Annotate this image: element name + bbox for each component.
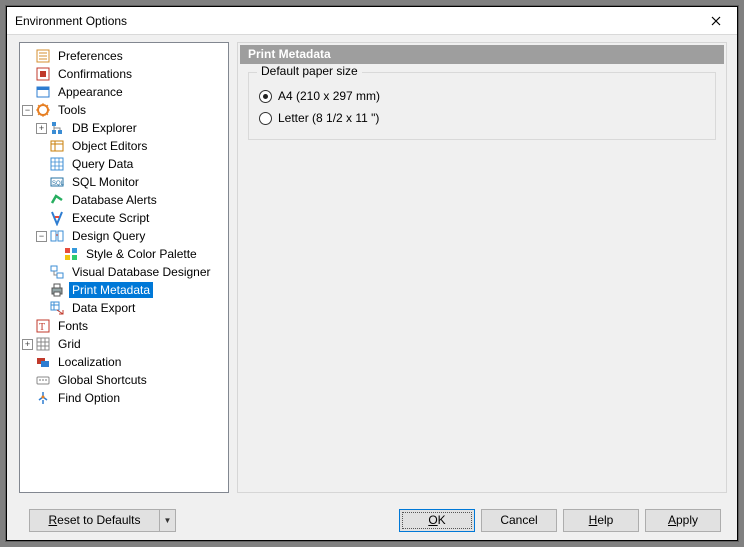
grid-icon [35,336,51,352]
navigation-tree[interactable]: Preferences Confirmations Appearance −To… [19,42,229,493]
content-panel: Print Metadata Default paper size A4 (21… [237,42,727,493]
tree-item-fonts[interactable]: TFonts [20,317,228,335]
help-button[interactable]: Help [563,509,639,532]
tree-item-find-option[interactable]: Find Option [20,389,228,407]
radio-icon [259,90,272,103]
tree-item-global-shortcuts[interactable]: Global Shortcuts [20,371,228,389]
database-alerts-icon [49,192,65,208]
palette-icon [63,246,79,262]
reset-dropdown-button[interactable]: ▼ [159,509,176,532]
execute-script-icon [49,210,65,226]
tree-item-database-alerts[interactable]: Database Alerts [20,191,228,209]
svg-text:T: T [39,322,45,333]
sql-monitor-icon: SQL [49,174,65,190]
tree-item-visual-db-designer[interactable]: Visual Database Designer [20,263,228,281]
fonts-icon: T [35,318,51,334]
apply-button[interactable]: Apply [645,509,721,532]
tree-item-execute-script[interactable]: Execute Script [20,209,228,227]
localization-icon [35,354,51,370]
find-option-icon [35,390,51,406]
cancel-button[interactable]: Cancel [481,509,557,532]
group-title: Default paper size [257,64,362,78]
tree-item-data-export[interactable]: Data Export [20,299,228,317]
tree-item-print-metadata[interactable]: Print Metadata [20,281,228,299]
tree-item-appearance[interactable]: Appearance [20,83,228,101]
tree-item-preferences[interactable]: Preferences [20,47,228,65]
preferences-icon [35,48,51,64]
environment-options-dialog: Environment Options Preferences Confirma… [6,6,738,541]
close-button[interactable] [697,8,735,34]
global-shortcuts-icon [35,372,51,388]
chevron-down-icon: ▼ [164,516,172,525]
design-query-icon [49,228,65,244]
tree-item-localization[interactable]: Localization [20,353,228,371]
tree-item-sql-monitor[interactable]: SQLSQL Monitor [20,173,228,191]
radio-a4[interactable]: A4 (210 x 297 mm) [259,85,705,107]
print-metadata-icon [49,282,65,298]
tree-item-design-query[interactable]: −Design Query [20,227,228,245]
tree-item-tools[interactable]: −Tools [20,101,228,119]
db-explorer-icon [49,120,65,136]
collapse-icon[interactable]: − [22,105,33,116]
tree-item-db-explorer[interactable]: +DB Explorer [20,119,228,137]
button-bar: Reset to Defaults ▼ OK Cancel Help Apply [7,500,737,540]
tree-item-query-data[interactable]: Query Data [20,155,228,173]
radio-label: A4 (210 x 297 mm) [278,89,380,103]
expand-icon[interactable]: + [36,123,47,134]
titlebar: Environment Options [7,7,737,35]
confirmations-icon [35,66,51,82]
collapse-icon[interactable]: − [36,231,47,242]
visual-db-designer-icon [49,264,65,280]
tree-item-style-color-palette[interactable]: Style & Color Palette [20,245,228,263]
radio-letter[interactable]: Letter (8 1/2 x 11 ") [259,107,705,129]
object-editors-icon [49,138,65,154]
tree-item-grid[interactable]: +Grid [20,335,228,353]
radio-label: Letter (8 1/2 x 11 ") [278,111,379,125]
close-icon [711,16,721,26]
query-data-icon [49,156,65,172]
svg-text:SQL: SQL [52,181,65,187]
expand-icon[interactable]: + [22,339,33,350]
tree-item-confirmations[interactable]: Confirmations [20,65,228,83]
tools-icon [35,102,51,118]
tree-item-object-editors[interactable]: Object Editors [20,137,228,155]
ok-button[interactable]: OK [399,509,475,532]
panel-title: Print Metadata [240,45,724,64]
window-title: Environment Options [15,14,127,28]
radio-icon [259,112,272,125]
reset-to-defaults-splitbutton: Reset to Defaults ▼ [23,509,176,532]
appearance-icon [35,84,51,100]
data-export-icon [49,300,65,316]
reset-to-defaults-button[interactable]: Reset to Defaults [29,509,159,532]
dialog-body: Preferences Confirmations Appearance −To… [7,35,737,500]
default-paper-size-group: Default paper size A4 (210 x 297 mm) Let… [248,72,716,140]
